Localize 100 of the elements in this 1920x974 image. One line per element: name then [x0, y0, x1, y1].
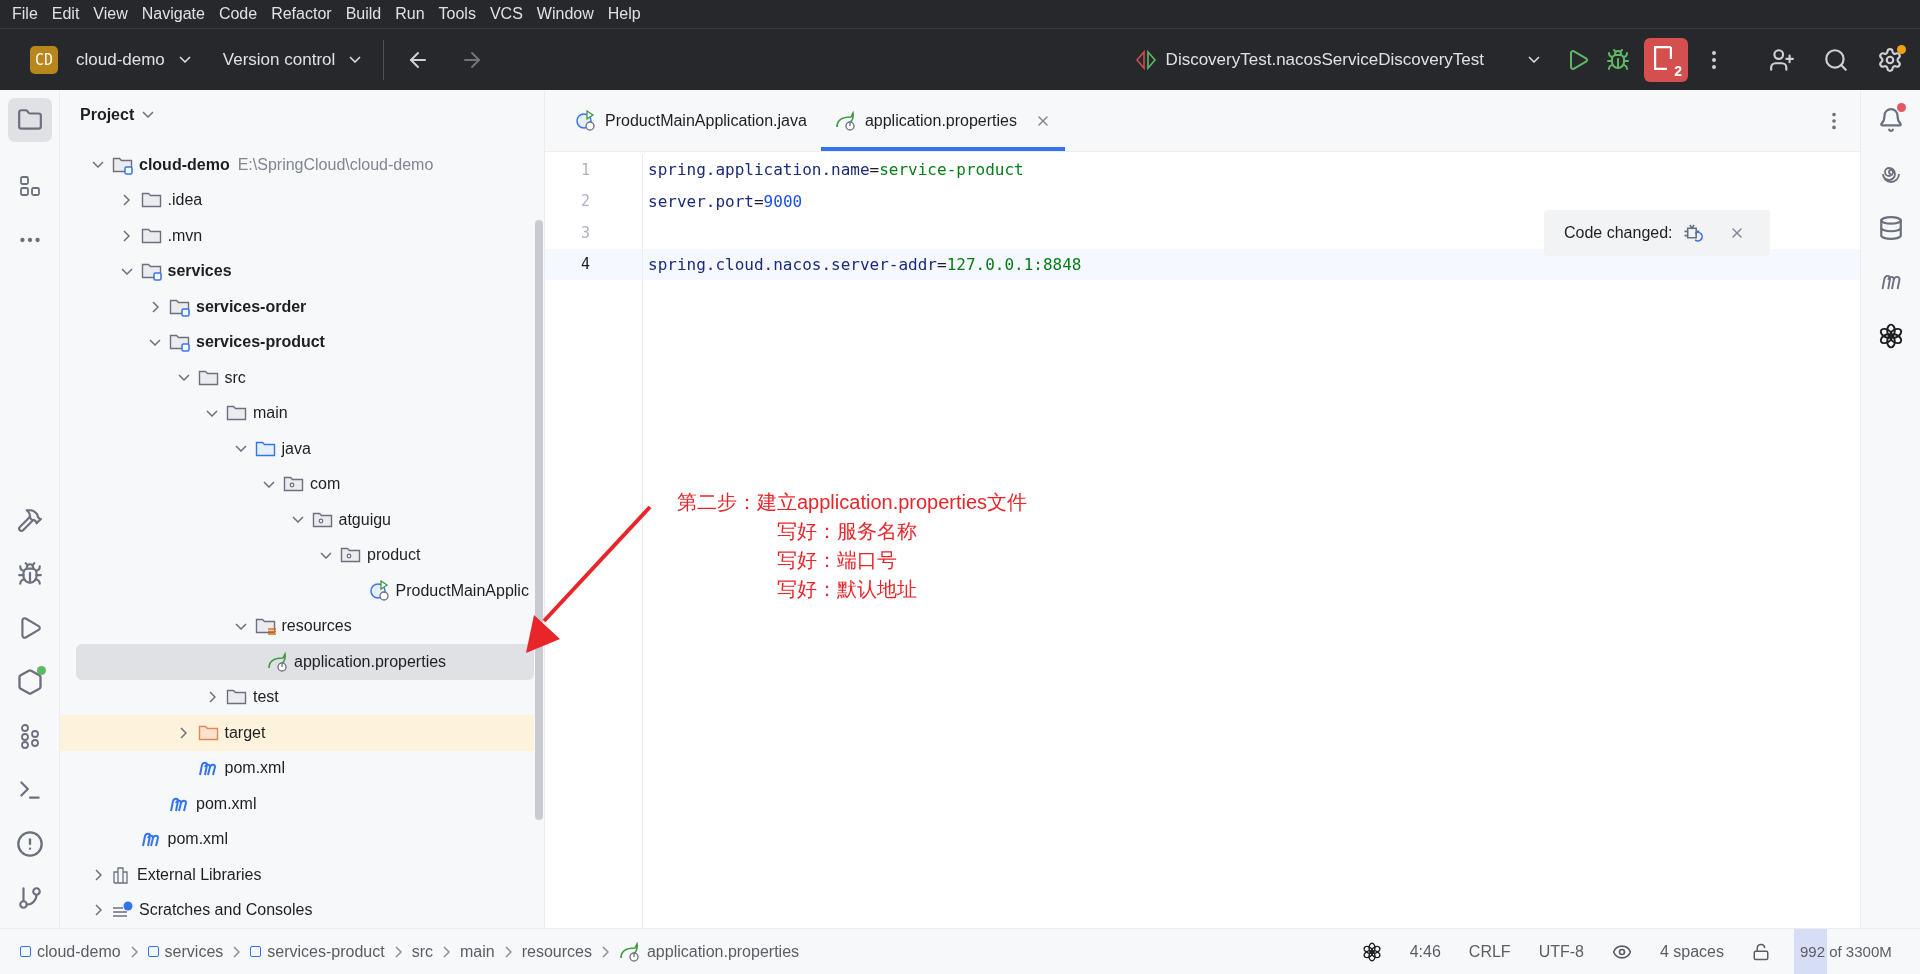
- maven-icon[interactable]: [1879, 274, 1902, 290]
- code-line: server.port=9000: [647, 191, 803, 211]
- menu-item[interactable]: Run: [389, 5, 431, 23]
- ai-assistant-icon[interactable]: [1877, 323, 1904, 349]
- tree-item[interactable]: External Libraries: [60, 857, 262, 893]
- project-selector[interactable]: CD cloud-demo: [22, 39, 199, 80]
- menu-item[interactable]: Window: [530, 5, 600, 23]
- tree-item[interactable]: product: [60, 537, 421, 573]
- line-number: 2: [545, 185, 643, 217]
- menu-item[interactable]: Build: [339, 5, 388, 23]
- tree-item[interactable]: main: [60, 395, 288, 431]
- breadcrumb[interactable]: cloud-demo: [20, 942, 121, 961]
- annotation-title: 第二步：建立application.properties文件: [677, 490, 1028, 515]
- nodes-icon[interactable]: [19, 723, 40, 749]
- tree-item[interactable]: services-order: [60, 289, 307, 325]
- project-badge: CD: [30, 45, 58, 74]
- hammer-icon[interactable]: [16, 507, 43, 533]
- folder-icon: [16, 107, 43, 133]
- menu-item[interactable]: VCS: [483, 5, 529, 23]
- breadcrumb[interactable]: src: [411, 942, 433, 961]
- breadcrumb[interactable]: services: [147, 942, 224, 961]
- tree-item[interactable]: target: [60, 715, 534, 751]
- chevron-right-icon: [394, 945, 402, 958]
- scrollbar[interactable]: [535, 220, 543, 820]
- tree-item[interactable]: .idea: [60, 182, 203, 218]
- chevron-down-icon: [142, 111, 155, 118]
- caret-position[interactable]: 4:46: [1409, 942, 1441, 961]
- breadcrumb[interactable]: services-product: [250, 942, 385, 961]
- debug-icon[interactable]: [1606, 47, 1630, 72]
- tree-item[interactable]: pom.xml: [60, 821, 228, 857]
- path-hint: E:\SpringCloud\cloud-demo: [237, 155, 434, 174]
- run-class-icon: [575, 109, 597, 132]
- problems-icon[interactable]: [15, 830, 44, 858]
- chevron-right-icon: [504, 945, 512, 958]
- code-line: spring.cloud.nacos.server-addr=127.0.0.1:8848: [647, 254, 1082, 274]
- breadcrumb[interactable]: main: [460, 942, 495, 961]
- code-line: spring.application.name=service-product: [647, 160, 1024, 180]
- tree-item[interactable]: com: [60, 466, 341, 502]
- notification-dot: [1896, 103, 1906, 112]
- menu-item[interactable]: Edit: [45, 5, 86, 23]
- bug-icon[interactable]: [16, 561, 43, 587]
- line-number: 4: [545, 248, 643, 280]
- reload-bug-icon[interactable]: [1682, 224, 1703, 242]
- module-folder-icon: [140, 261, 163, 282]
- tree-item[interactable]: pom.xml: [60, 786, 257, 822]
- annotation-text: 写好：端口号: [777, 548, 897, 573]
- chevron-down-icon: [178, 56, 191, 63]
- ai-assistant-icon[interactable]: [1361, 941, 1382, 962]
- run-config-selector[interactable]: DiscoveryTest.nacosServiceDiscoveryTest: [1125, 42, 1548, 77]
- menu-item[interactable]: View: [87, 5, 134, 23]
- tree-item[interactable]: atguigu: [60, 502, 391, 538]
- menu-item[interactable]: Code: [212, 5, 264, 23]
- menu-item[interactable]: Help: [601, 5, 647, 23]
- tree-item[interactable]: test: [60, 679, 279, 715]
- menu-item[interactable]: File: [6, 5, 44, 23]
- tree-item[interactable]: services: [60, 253, 232, 289]
- line-number: 3: [545, 217, 643, 249]
- memory-indicator[interactable]: 992 of 3300M: [1794, 928, 1904, 974]
- menu-item[interactable]: Tools: [432, 5, 482, 23]
- tree-item[interactable]: pom.xml: [60, 750, 285, 786]
- tree-item[interactable]: services-product: [60, 324, 325, 360]
- tree-item[interactable]: cloud-demo E:\SpringCloud\cloud-demo: [60, 147, 434, 183]
- lock-icon[interactable]: [1752, 942, 1770, 961]
- breadcrumb[interactable]: application.properties: [618, 941, 800, 962]
- breadcrumb[interactable]: resources: [521, 942, 592, 961]
- tree-item[interactable]: resources: [60, 608, 352, 644]
- git-branch-icon[interactable]: [16, 885, 43, 911]
- editor-tab[interactable]: application.properties: [820, 90, 1065, 151]
- tree-item[interactable]: src: [60, 360, 246, 396]
- indent-setting[interactable]: 4 spaces: [1659, 942, 1724, 961]
- notifications-icon[interactable]: [1877, 107, 1904, 133]
- search-icon[interactable]: [1823, 46, 1849, 73]
- chevron-down-icon: [349, 56, 362, 63]
- tree-item[interactable]: application.properties: [76, 644, 534, 680]
- spring-leaf-icon: [834, 110, 857, 131]
- test-config-icon: [1133, 48, 1158, 71]
- editor-tab[interactable]: ProductMainApplication.java: [561, 90, 821, 151]
- add-user-icon[interactable]: [1769, 46, 1795, 73]
- stop-processes-button[interactable]: 2: [1644, 37, 1688, 82]
- structure-icon[interactable]: [19, 176, 40, 196]
- menu-item[interactable]: Refactor: [265, 5, 338, 23]
- spring-leaf-icon: [267, 651, 289, 672]
- chevron-right-icon: [233, 945, 241, 958]
- tree-item[interactable]: .mvn: [60, 218, 203, 254]
- resources-folder-icon: [254, 616, 277, 637]
- tree-item[interactable]: Scratches and Consoles: [60, 892, 313, 928]
- tree-item[interactable]: java: [60, 431, 311, 467]
- vcs-selector[interactable]: Version control: [214, 43, 370, 76]
- settings-icon[interactable]: [1877, 46, 1903, 73]
- services-icon[interactable]: [15, 668, 44, 696]
- database-icon[interactable]: [1877, 215, 1904, 241]
- line-number: 1: [545, 154, 643, 186]
- file-encoding[interactable]: UTF-8: [1538, 942, 1584, 961]
- module-folder-icon: [169, 332, 191, 353]
- line-ending[interactable]: CRLF: [1468, 942, 1511, 961]
- annotation-text: 写好：服务名称: [777, 519, 917, 544]
- panel-title[interactable]: Project: [80, 105, 135, 124]
- tree-item[interactable]: ProductMainApplic: [60, 573, 529, 609]
- menu-item[interactable]: Navigate: [135, 5, 211, 23]
- project-tool-button[interactable]: [7, 98, 52, 142]
